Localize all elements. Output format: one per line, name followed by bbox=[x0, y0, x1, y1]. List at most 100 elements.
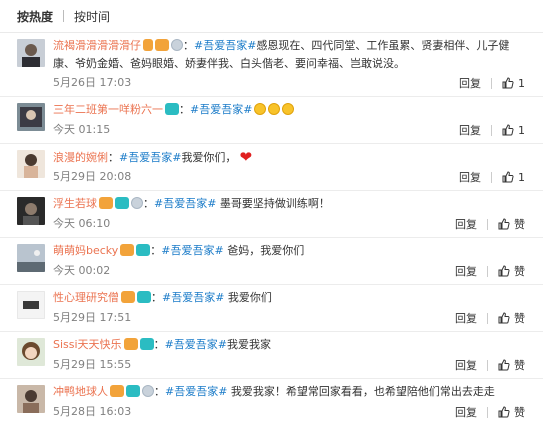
member-icon bbox=[123, 338, 138, 350]
comment-content: 浪漫的婉俐：#吾爱吾家#我爱你们， ❤ bbox=[53, 148, 253, 166]
member-icon bbox=[99, 197, 113, 209]
like-label: 赞 bbox=[514, 265, 525, 278]
topic-link[interactable]: #吾爱吾家# bbox=[194, 39, 256, 52]
like-button[interactable]: 1 bbox=[502, 171, 525, 184]
thumbs-up-icon bbox=[498, 406, 510, 418]
comment-content: Sissi天天快乐 ：#吾爱吾家#我爱我家 bbox=[53, 338, 271, 351]
thumbs-up-icon bbox=[498, 218, 510, 230]
avatar[interactable] bbox=[17, 244, 45, 272]
like-count: 1 bbox=[518, 170, 525, 184]
topic-link[interactable]: #吾爱吾家# bbox=[119, 151, 181, 164]
avatar[interactable] bbox=[17, 291, 45, 319]
reply-button[interactable]: 回复 bbox=[455, 357, 477, 373]
username-link[interactable]: 浪漫的婉俐 bbox=[53, 151, 108, 164]
member-icon bbox=[110, 385, 124, 397]
comment-text: 我爱我家 bbox=[227, 338, 271, 351]
avatar[interactable] bbox=[17, 103, 45, 131]
grin-emoji-icon bbox=[268, 103, 281, 115]
comment-actions: 回复 赞 bbox=[455, 263, 525, 279]
username-link[interactable]: 性心理研究僧 bbox=[53, 291, 119, 304]
avatar[interactable] bbox=[17, 338, 45, 366]
reply-button[interactable]: 回复 bbox=[459, 75, 481, 91]
reply-button[interactable]: 回复 bbox=[455, 216, 477, 232]
sort-by-time-tab[interactable]: 按时间 bbox=[74, 8, 110, 25]
thumbs-up-icon bbox=[498, 312, 510, 324]
like-button[interactable]: 1 bbox=[502, 124, 525, 137]
thumbs-up-icon bbox=[502, 171, 514, 183]
username-link[interactable]: 流褐滑滑滑滑滑仔 bbox=[53, 39, 141, 52]
comment-time: 今天 00:02 bbox=[53, 264, 111, 277]
sort-by-hot-tab[interactable]: 按热度 bbox=[17, 8, 53, 25]
comment-time: 5月29日 15:55 bbox=[53, 358, 132, 371]
comment-actions: 回复 赞 bbox=[455, 404, 525, 420]
comment-actions: 回复 赞 bbox=[455, 357, 525, 373]
topic-link[interactable]: #吾爱吾家# bbox=[165, 385, 227, 398]
username-link[interactable]: Sissi天天快乐 bbox=[53, 338, 122, 351]
reply-button[interactable]: 回复 bbox=[459, 169, 481, 185]
topic-link[interactable]: #吾爱吾家# bbox=[161, 244, 223, 257]
comment-actions: 回复 1 bbox=[459, 75, 525, 91]
thumbs-up-icon bbox=[502, 124, 514, 136]
username-link[interactable]: 三年二班第一咩粉六一 bbox=[53, 103, 163, 116]
comment-item: 性心理研究僧 ：#吾爱吾家# 我爱你们 5月29日 17:51 回复 赞 bbox=[0, 285, 543, 332]
like-button[interactable]: 赞 bbox=[498, 216, 525, 232]
like-button[interactable]: 赞 bbox=[498, 404, 525, 420]
grin-emoji-icon bbox=[254, 103, 267, 115]
comment-time: 今天 01:15 bbox=[53, 123, 111, 136]
comment-content: 性心理研究僧 ：#吾爱吾家# 我爱你们 bbox=[53, 291, 272, 304]
comment-content: 流褐滑滑滑滑滑仔 ：#吾爱吾家#感恩现在、四代同堂、工作虽累、贤妻相伴、儿子健康、… bbox=[53, 39, 510, 70]
avatar[interactable] bbox=[17, 39, 45, 67]
comment-actions: 回复 赞 bbox=[455, 216, 525, 232]
username-link[interactable]: 冲鸭地球人 bbox=[53, 385, 108, 398]
thumbs-up-icon bbox=[498, 359, 510, 371]
fans-badge-icon bbox=[115, 197, 129, 209]
fans-badge-icon bbox=[126, 385, 140, 397]
comment-time: 5月26日 17:03 bbox=[53, 76, 132, 89]
comment-time: 今天 06:10 bbox=[53, 217, 111, 230]
comment-content: 三年二班第一咩粉六一 ：#吾爱吾家# bbox=[53, 101, 531, 119]
like-label: 赞 bbox=[514, 359, 525, 372]
username-link[interactable]: 萌萌妈becky bbox=[53, 244, 118, 257]
smile-emoji-icon bbox=[282, 103, 295, 115]
comment-time: 5月28日 16:03 bbox=[53, 405, 132, 418]
reply-button[interactable]: 回复 bbox=[455, 263, 477, 279]
topic-link[interactable]: #吾爱吾家# bbox=[190, 103, 252, 116]
medal-icon bbox=[142, 385, 154, 397]
comment-item: 浪漫的婉俐：#吾爱吾家#我爱你们， ❤ 5月29日 20:08 回复 1 bbox=[0, 144, 543, 191]
topic-link[interactable]: #吾爱吾家# bbox=[165, 338, 227, 351]
thumbs-up-icon bbox=[498, 265, 510, 277]
like-label: 赞 bbox=[514, 312, 525, 325]
reply-button[interactable]: 回复 bbox=[455, 310, 477, 326]
comment-text: 我爱你们， bbox=[181, 151, 237, 164]
comment-item: 浮生若球 ：#吾爱吾家# 墨哥要坚持做训练啊！ 今天 06:10 回复 赞 bbox=[0, 191, 543, 238]
comment-actions: 回复 赞 bbox=[455, 310, 525, 326]
comment-item: 萌萌妈becky ：#吾爱吾家# 爸妈，我爱你们 今天 00:02 回复 赞 bbox=[0, 238, 543, 285]
like-label: 赞 bbox=[514, 406, 525, 419]
topic-link[interactable]: #吾爱吾家# bbox=[162, 291, 224, 304]
comment-time: 5月29日 17:51 bbox=[53, 311, 132, 324]
avatar[interactable] bbox=[17, 150, 45, 178]
member-icon bbox=[120, 244, 135, 256]
comment-item: 三年二班第一咩粉六一 ：#吾爱吾家# 今天 01:15 回复 1 bbox=[0, 97, 543, 144]
like-button[interactable]: 赞 bbox=[498, 357, 525, 373]
avatar[interactable] bbox=[17, 385, 45, 413]
like-button[interactable]: 赞 bbox=[498, 263, 525, 279]
reply-button[interactable]: 回复 bbox=[459, 122, 481, 138]
fans-badge-icon bbox=[137, 291, 151, 303]
heart-icon: ❤ bbox=[239, 148, 253, 166]
vip-icon bbox=[143, 39, 153, 51]
like-button[interactable]: 赞 bbox=[498, 310, 525, 326]
medal-icon bbox=[171, 39, 183, 51]
comment-actions: 回复 1 bbox=[459, 122, 525, 138]
divider bbox=[63, 10, 65, 22]
medal-icon bbox=[131, 197, 143, 209]
like-button[interactable]: 1 bbox=[502, 77, 525, 90]
topic-link[interactable]: #吾爱吾家# bbox=[154, 197, 216, 210]
like-count: 1 bbox=[518, 123, 525, 137]
comment-text: 我爱你们 bbox=[224, 291, 272, 304]
avatar[interactable] bbox=[17, 197, 45, 225]
comment-content: 浮生若球 ：#吾爱吾家# 墨哥要坚持做训练啊！ bbox=[53, 197, 330, 210]
reply-button[interactable]: 回复 bbox=[455, 404, 477, 420]
fans-badge-icon bbox=[136, 244, 151, 256]
username-link[interactable]: 浮生若球 bbox=[53, 197, 97, 210]
